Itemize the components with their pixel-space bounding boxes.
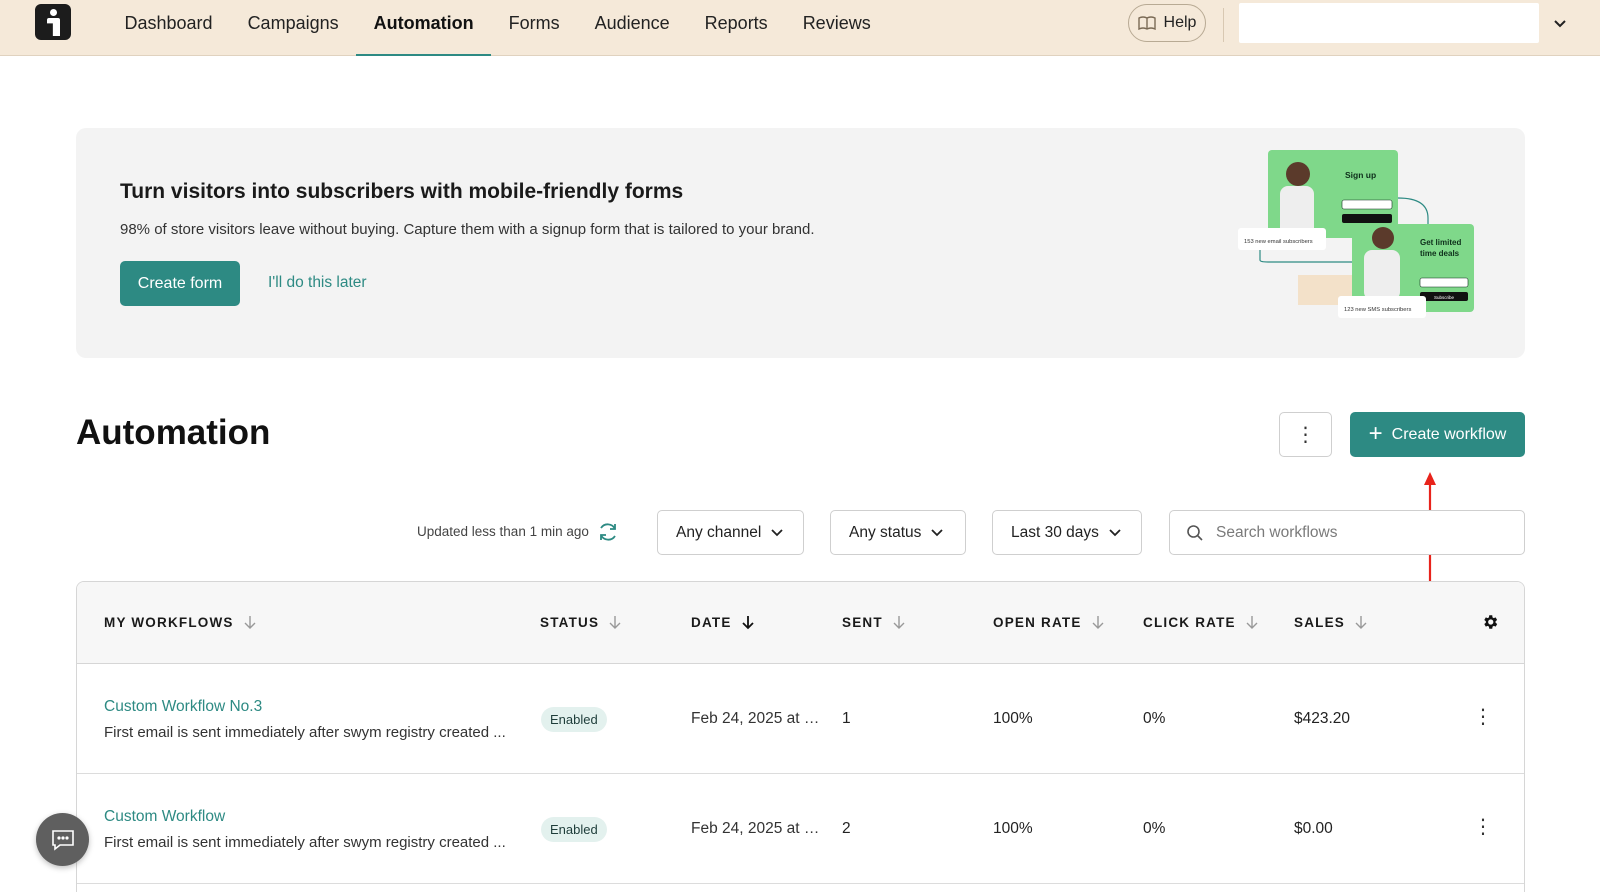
status-filter-value: Any status (849, 523, 922, 541)
header-open-rate[interactable]: OPEN RATE (993, 615, 1104, 630)
nav-campaigns[interactable]: Campaigns (230, 0, 356, 56)
sort-arrow-icon (893, 616, 905, 629)
promo-card2-stat: 123 new SMS subscribers (1344, 307, 1411, 313)
svg-text:Get limited: Get limited (1420, 238, 1461, 247)
workflows-table: MY WORKFLOWS STATUS DATE SENT OPEN RATE … (76, 581, 1525, 892)
forms-promo-banner: Turn visitors into subscribers with mobi… (76, 128, 1525, 358)
header-label: DATE (691, 615, 732, 630)
chevron-down-icon[interactable] (1552, 16, 1568, 32)
help-label: Help (1163, 14, 1197, 31)
create-workflow-button[interactable]: + Create workflow (1350, 412, 1525, 457)
workflow-name-link[interactable]: Custom Workflow No.3 (104, 698, 262, 716)
search-workflows-box (1169, 510, 1525, 555)
sort-arrow-icon (1355, 616, 1367, 629)
help-button[interactable]: Help (1128, 4, 1206, 42)
gear-icon[interactable] (1481, 613, 1499, 631)
banner-title: Turn visitors into subscribers with mobi… (120, 180, 684, 203)
sort-arrow-icon (609, 616, 621, 629)
header-label: MY WORKFLOWS (104, 615, 234, 630)
main-nav: Dashboard Campaigns Automation Forms Aud… (107, 0, 888, 56)
sent-cell: 1 (842, 710, 851, 727)
sales-cell: $423.20 (1294, 710, 1351, 727)
header-label: OPEN RATE (993, 615, 1082, 630)
nav-automation[interactable]: Automation (356, 0, 492, 56)
sort-arrow-icon (244, 616, 256, 629)
workflow-description: First email is sent immediately after sw… (104, 724, 506, 741)
status-badge: Enabled (541, 707, 607, 732)
row-kebab-menu-icon[interactable]: ⋮ (1473, 704, 1493, 732)
search-workflows-input[interactable] (1216, 523, 1496, 542)
header-my-workflows[interactable]: MY WORKFLOWS (104, 615, 256, 630)
channel-filter-value: Any channel (676, 523, 762, 541)
sort-arrow-icon (1246, 616, 1258, 629)
header-status[interactable]: STATUS (540, 615, 621, 630)
chat-icon (51, 829, 74, 851)
date-cell: Feb 24, 2025 at 1:... (691, 710, 823, 727)
channel-filter-dropdown[interactable]: Any channel (657, 510, 804, 555)
refresh-icon[interactable] (597, 521, 619, 543)
nav-reviews[interactable]: Reviews (785, 0, 888, 56)
sort-arrow-icon (1092, 616, 1104, 629)
header-sent[interactable]: SENT (842, 615, 905, 630)
last-updated-text: Updated less than 1 min ago (417, 524, 589, 539)
nav-dashboard[interactable]: Dashboard (107, 0, 230, 56)
click-rate-cell: 0% (1143, 820, 1166, 837)
chevron-down-icon (931, 528, 944, 536)
sent-cell: 2 (842, 820, 851, 837)
table-header: MY WORKFLOWS STATUS DATE SENT OPEN RATE … (77, 582, 1524, 664)
header-date[interactable]: DATE (691, 615, 754, 630)
page-title: Automation (76, 413, 271, 452)
workflow-description: First email is sent immediately after sw… (104, 834, 506, 851)
sort-arrow-icon (741, 616, 754, 630)
sales-cell: $0.00 (1294, 820, 1333, 837)
nav-reports[interactable]: Reports (687, 0, 785, 56)
status-filter-dropdown[interactable]: Any status (830, 510, 966, 555)
more-actions-button[interactable]: ⋮ (1279, 412, 1332, 457)
date-range-dropdown[interactable]: Last 30 days (992, 510, 1142, 555)
chevron-down-icon (771, 528, 783, 536)
header-label: STATUS (540, 615, 600, 630)
help-book-icon (1137, 16, 1156, 30)
app-logo[interactable] (35, 4, 71, 40)
plus-icon: + (1368, 419, 1383, 447)
banner-text: 98% of store visitors leave without buyi… (120, 221, 815, 238)
create-form-button[interactable]: Create form (120, 261, 240, 306)
do-later-link[interactable]: I'll do this later (268, 274, 367, 292)
open-rate-cell: 100% (993, 710, 1033, 727)
promo-illustration: Sign up 153 new email subscribers Get li… (1238, 150, 1474, 318)
open-rate-cell: 100% (993, 820, 1033, 837)
top-nav-bar: Dashboard Campaigns Automation Forms Aud… (0, 0, 1600, 56)
nav-forms[interactable]: Forms (491, 0, 577, 56)
kebab-menu-icon: ⋮ (1295, 424, 1316, 446)
promo-card1-stat: 153 new email subscribers (1244, 239, 1313, 245)
table-row[interactable]: Custom Workflow No.3 First email is sent… (77, 664, 1524, 774)
row-kebab-menu-icon[interactable]: ⋮ (1473, 814, 1493, 842)
account-selector[interactable] (1239, 3, 1539, 43)
header-label: CLICK RATE (1143, 615, 1236, 630)
svg-text:time deals: time deals (1420, 249, 1460, 258)
promo-card1-title: Sign up (1345, 170, 1376, 180)
status-badge: Enabled (541, 817, 607, 842)
chevron-down-icon (1109, 528, 1121, 536)
table-row[interactable]: Custom Workflow First email is sent imme… (77, 774, 1524, 884)
header-sales[interactable]: SALES (1294, 615, 1367, 630)
header-label: SENT (842, 615, 883, 630)
header-click-rate[interactable]: CLICK RATE (1143, 615, 1258, 630)
promo-subscribe: Subscribe (1434, 295, 1455, 300)
nav-audience[interactable]: Audience (577, 0, 687, 56)
search-icon (1187, 524, 1203, 541)
header-label: SALES (1294, 615, 1346, 630)
create-workflow-label: Create workflow (1391, 425, 1507, 443)
workflow-name-link[interactable]: Custom Workflow (104, 808, 225, 826)
date-range-value: Last 30 days (1011, 523, 1099, 541)
chat-support-button[interactable] (36, 813, 89, 866)
click-rate-cell: 0% (1143, 710, 1166, 727)
date-cell: Feb 24, 2025 at 1... (691, 820, 823, 837)
nav-divider (1223, 8, 1224, 42)
